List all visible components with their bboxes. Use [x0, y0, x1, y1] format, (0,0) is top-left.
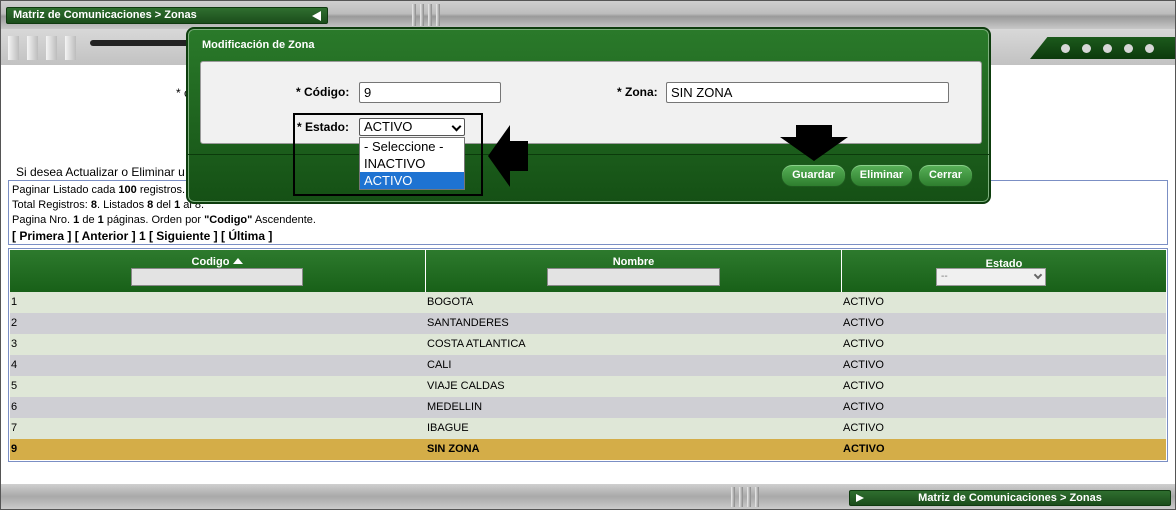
dot-icon[interactable]: [1145, 44, 1154, 53]
pager-first[interactable]: [ Primera ]: [12, 229, 71, 243]
bar-decoration: [8, 36, 19, 60]
breadcrumb-text: Matriz de Comunicaciones > Zonas: [918, 492, 1102, 504]
dialog-title: Modificación de Zona: [202, 39, 315, 51]
dot-icon[interactable]: [1082, 44, 1091, 53]
grip-icon: [747, 487, 751, 507]
col-nombre[interactable]: Nombre: [426, 250, 842, 292]
codigo-label: * Código:: [296, 85, 350, 99]
grip-icon: [412, 4, 416, 26]
dot-icon[interactable]: [1103, 44, 1112, 53]
table-header: Codigo Nombre Estado --: [10, 250, 1166, 292]
table-row[interactable]: 7 IBAGUE ACTIVO: [10, 418, 1166, 439]
table-row[interactable]: 6 MEDELLIN ACTIVO: [10, 397, 1166, 418]
pager-current: 1: [138, 229, 146, 243]
breadcrumb-text: Matriz de Comunicaciones > Zonas: [13, 9, 197, 21]
grip-icon: [428, 4, 432, 26]
breadcrumb-bottom[interactable]: Matriz de Comunicaciones > Zonas: [849, 490, 1171, 506]
pager: [ Primera ] [ Anterior ] 1 [ Siguiente ]…: [12, 228, 1164, 244]
dot-icon[interactable]: [1061, 44, 1070, 53]
table-row[interactable]: 3 COSTA ATLANTICA ACTIVO: [10, 334, 1166, 355]
sort-asc-icon[interactable]: [233, 258, 244, 264]
grip-icon: [755, 487, 759, 507]
grip-icon: [436, 4, 440, 26]
zona-label: * Zona:: [617, 85, 658, 99]
zona-input[interactable]: SIN ZONA: [666, 82, 949, 103]
table-row[interactable]: 2 SANTANDERES ACTIVO: [10, 313, 1166, 334]
eliminar-button[interactable]: Eliminar: [850, 164, 913, 187]
bar-decoration: [65, 36, 76, 60]
grip-icon: [420, 4, 424, 26]
arrow-left-icon: [488, 125, 528, 187]
instructions-text: Si desea Actualizar o Eliminar u: [16, 165, 185, 179]
cerrar-button[interactable]: Cerrar: [918, 164, 973, 187]
slider-track[interactable]: [90, 40, 190, 46]
bar-decoration: [27, 36, 38, 60]
arrow-down-icon: [780, 125, 848, 161]
nombre-filter-input[interactable]: [547, 268, 720, 286]
table-row[interactable]: 4 CALI ACTIVO: [10, 355, 1166, 376]
highlight-box: [293, 113, 483, 196]
table-row-selected[interactable]: 9 SIN ZONA ACTIVO: [10, 439, 1166, 460]
bar-decoration: [46, 36, 57, 60]
pager-prev[interactable]: [ Anterior ]: [75, 229, 136, 243]
col-codigo[interactable]: Codigo: [10, 250, 426, 292]
grip-icon: [739, 487, 743, 507]
guardar-button[interactable]: Guardar: [781, 164, 846, 187]
expand-right-icon[interactable]: [856, 494, 864, 502]
collapse-left-icon[interactable]: [312, 11, 321, 21]
col-estado[interactable]: Estado --: [842, 250, 1166, 292]
zones-table: Codigo Nombre Estado -- 1 BOGOTA ACTIVO 2S…: [8, 248, 1168, 462]
page-order: Pagina Nro. 1 de 1 páginas. Orden por "C…: [12, 214, 316, 226]
chevron-down-icon: [1033, 270, 1043, 280]
grip-icon: [731, 487, 735, 507]
pager-last[interactable]: [ Última ]: [221, 229, 272, 243]
dot-icon[interactable]: [1124, 44, 1133, 53]
estado-filter-select[interactable]: --: [936, 268, 1046, 286]
pager-next[interactable]: [ Siguiente ]: [149, 229, 218, 243]
table-row[interactable]: 1 BOGOTA ACTIVO: [10, 292, 1166, 313]
codigo-filter-input[interactable]: [131, 268, 303, 286]
breadcrumb-top[interactable]: Matriz de Comunicaciones > Zonas: [6, 7, 328, 24]
table-row[interactable]: 5 VIAJE CALDAS ACTIVO: [10, 376, 1166, 397]
codigo-input[interactable]: 9: [359, 82, 501, 103]
